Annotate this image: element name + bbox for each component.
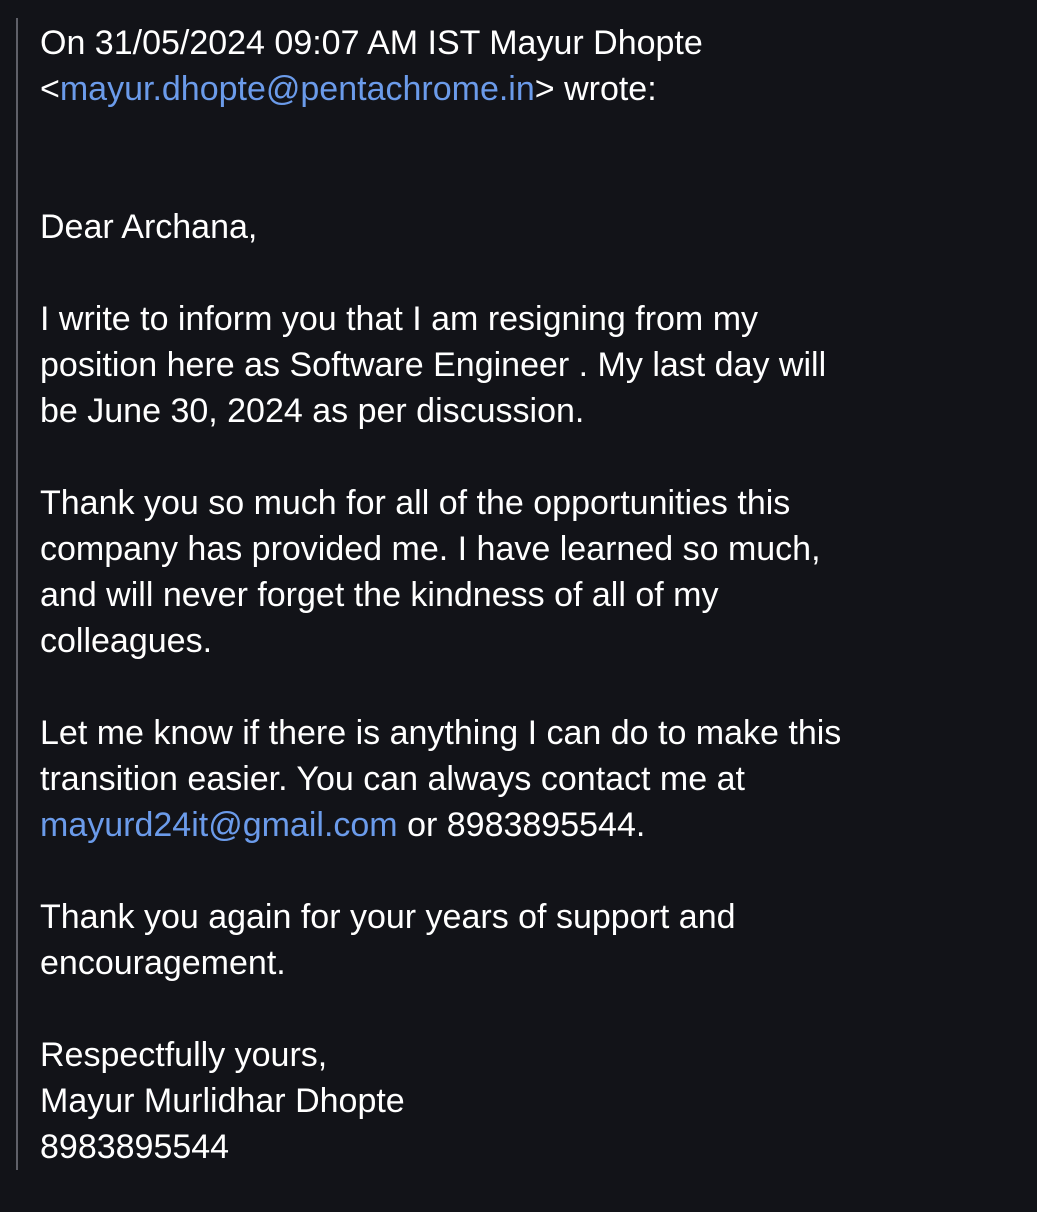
text-line: colleagues. (40, 622, 213, 660)
quote-bar (16, 18, 18, 1170)
greeting: Dear Archana, (40, 208, 258, 246)
text-line: Let me know if there is anything I can d… (40, 714, 842, 752)
paragraph-contact: Let me know if there is anything I can d… (40, 710, 1020, 848)
text-line: and will never forget the kindness of al… (40, 576, 719, 614)
text-line: Thank you again for your years of suppor… (40, 898, 736, 936)
paragraph-closing-thanks: Thank you again for your years of suppor… (40, 894, 1020, 986)
text-line: be June 30, 2024 as per discussion. (40, 392, 585, 430)
text-line: I write to inform you that I am resignin… (40, 300, 759, 338)
quote-header-line1: On 31/05/2024 09:07 AM IST Mayur Dhopte (40, 24, 703, 62)
text-line: position here as Software Engineer . My … (40, 346, 827, 384)
paragraph-resignation: I write to inform you that I am resignin… (40, 296, 1020, 434)
contact-phone-text: or 8983895544. (397, 806, 646, 844)
quote-header-line2: <mayur.dhopte@pentachrome.in> wrote: (40, 66, 1020, 112)
wrote-text: > wrote: (534, 70, 657, 108)
signature-name: Mayur Murlidhar Dhopte (40, 1082, 405, 1120)
text-line: encouragement. (40, 944, 286, 982)
text-line: company has provided me. I have learned … (40, 530, 821, 568)
paragraph-thanks: Thank you so much for all of the opportu… (40, 480, 1020, 664)
contact-email-link[interactable]: mayurd24it@gmail.com (40, 806, 398, 844)
signature-closing: Respectfully yours, (40, 1036, 328, 1074)
text-line: Thank you so much for all of the opportu… (40, 484, 791, 522)
quoted-email: On 31/05/2024 09:07 AM IST Mayur Dhopte … (40, 20, 1020, 1170)
signature-phone: 8983895544 (40, 1128, 230, 1166)
text-line: transition easier. You can always contac… (40, 760, 745, 798)
contact-line: mayurd24it@gmail.com or 8983895544. (40, 802, 1020, 848)
signature: Respectfully yours, Mayur Murlidhar Dhop… (40, 1032, 1020, 1170)
sender-email-link[interactable]: mayur.dhopte@pentachrome.in (60, 70, 535, 108)
open-angle: < (40, 70, 60, 108)
